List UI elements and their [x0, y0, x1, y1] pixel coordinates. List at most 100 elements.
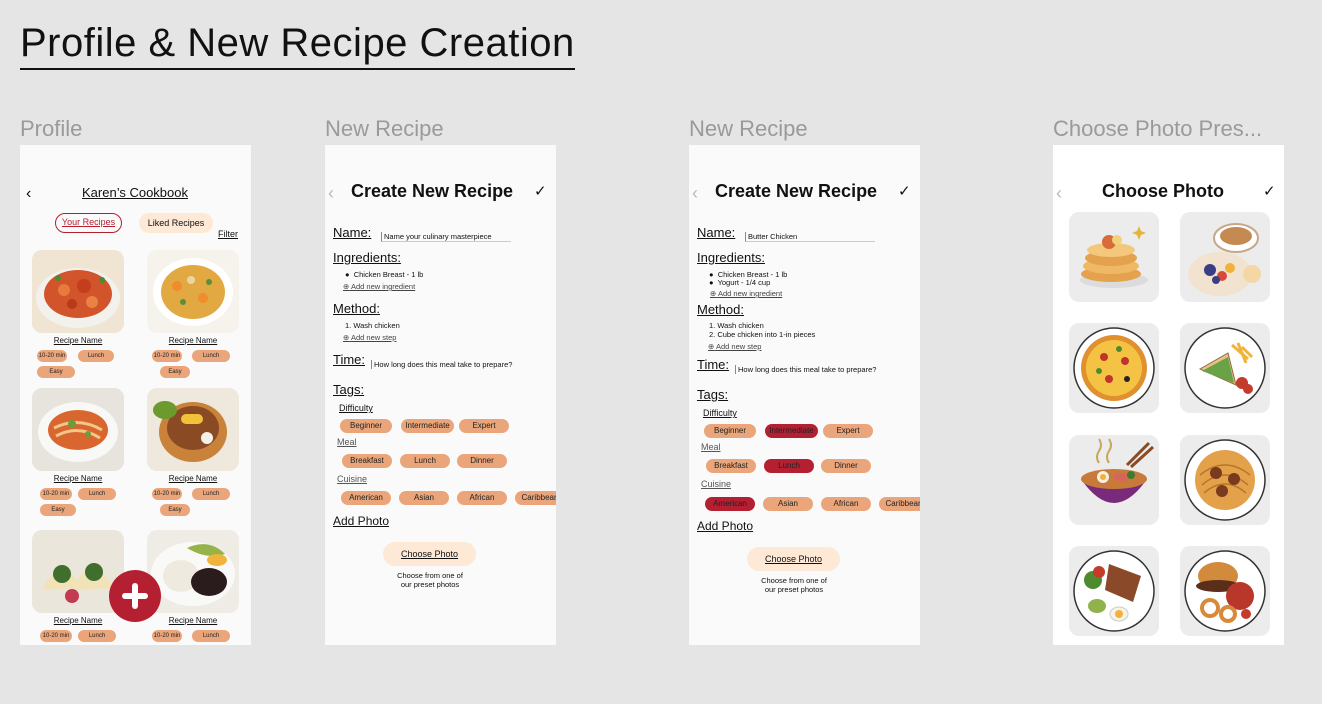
ingredients-label: Ingredients:: [333, 250, 401, 265]
plus-circle-icon: ⊕: [343, 333, 350, 342]
add-recipe-button[interactable]: [109, 570, 161, 622]
recipe-image[interactable]: [32, 388, 124, 471]
time-label: Time:: [333, 352, 366, 367]
recipe-image[interactable]: [147, 250, 239, 333]
frame-label-new-recipe: New Recipe: [325, 116, 444, 141]
preset-sandwich-and-fries[interactable]: [1180, 323, 1270, 413]
cuisine-label: Cuisine: [701, 479, 732, 489]
plus-circle-icon: ⊕: [343, 282, 350, 291]
screen-header: Create New Recipe: [715, 181, 878, 201]
tag-asian[interactable]: Asian: [763, 497, 813, 511]
profile-frame: ‹ Karen’s Cookbook Your Recipes Liked Re…: [20, 145, 251, 645]
tag-intermediate-selected[interactable]: Intermediate: [765, 424, 818, 438]
name-label: Name:: [697, 225, 736, 240]
preset-coffee-and-fruit[interactable]: [1180, 212, 1270, 302]
preset-spaghetti[interactable]: [1180, 435, 1270, 525]
tag-dinner[interactable]: Dinner: [821, 459, 871, 473]
method-step: 1. Wash chicken: [709, 321, 764, 330]
tags-label: Tags:: [697, 387, 729, 402]
tag-intermediate[interactable]: Intermediate: [401, 419, 454, 433]
tag-american-selected[interactable]: American: [705, 497, 755, 511]
tab-your-recipes[interactable]: Your Recipes: [55, 213, 122, 233]
screen-header: Choose Photo: [1102, 181, 1224, 201]
add-ingredient-link[interactable]: ⊕ Add new ingredient: [343, 282, 415, 291]
recipe-name[interactable]: Recipe Name: [32, 474, 124, 483]
tag-african[interactable]: African: [457, 491, 507, 505]
tag-caribbean[interactable]: Caribbean: [879, 497, 920, 511]
method-label: Method:: [697, 302, 744, 317]
back-chevron-icon[interactable]: ‹: [26, 185, 31, 203]
method-step: 1. Wash chicken: [345, 321, 400, 330]
name-input[interactable]: Butter Chicken: [745, 232, 875, 242]
tag-breakfast[interactable]: Breakfast: [706, 459, 756, 473]
recipe-name[interactable]: Recipe Name: [32, 336, 124, 345]
meal-label: Meal: [337, 437, 357, 447]
meal-label: Meal: [701, 442, 721, 452]
tag-dinner[interactable]: Dinner: [457, 454, 507, 468]
tab-liked-recipes[interactable]: Liked Recipes: [139, 213, 213, 233]
time-tag: 10-20 min: [152, 630, 182, 642]
recipe-name[interactable]: Recipe Name: [147, 474, 239, 483]
choose-hint-line-1: Choose from one of: [761, 576, 827, 585]
tag-lunch-selected[interactable]: Lunch: [764, 459, 814, 473]
tag-african[interactable]: African: [821, 497, 871, 511]
choose-hint-line-1: Choose from one of: [397, 571, 463, 580]
add-ingredient-link[interactable]: ⊕ Add new ingredient: [710, 289, 782, 298]
new-recipe-filled-frame: ‹ Create New Recipe ✓ Name: Butter Chick…: [689, 145, 920, 645]
time-input[interactable]: How long does this meal take to prepare?: [371, 360, 512, 369]
name-label: Name:: [333, 225, 372, 240]
time-input[interactable]: How long does this meal take to prepare?: [735, 365, 876, 374]
filter-link[interactable]: Filter: [218, 229, 238, 239]
preset-burger[interactable]: [1180, 546, 1270, 636]
preset-pizza[interactable]: [1069, 323, 1159, 413]
recipe-name[interactable]: Recipe Name: [147, 336, 239, 345]
name-input[interactable]: Name your culinary masterpiece: [381, 232, 511, 242]
check-icon[interactable]: ✓: [1263, 183, 1276, 201]
back-chevron-icon[interactable]: ‹: [328, 184, 334, 202]
screen-header: Create New Recipe: [351, 181, 514, 201]
tag-expert[interactable]: Expert: [823, 424, 873, 438]
time-tag: 10-20 min: [152, 350, 182, 362]
tag-lunch[interactable]: Lunch: [400, 454, 450, 468]
tag-expert[interactable]: Expert: [459, 419, 509, 433]
tag-caribbean[interactable]: Caribbean: [515, 491, 556, 505]
ingredient-item: ● Yogurt - 1/4 cup: [709, 278, 771, 287]
preset-ramen[interactable]: [1069, 435, 1159, 525]
check-icon[interactable]: ✓: [898, 183, 911, 201]
choose-photo-button[interactable]: Choose Photo: [383, 542, 476, 566]
ingredient-item: ● Chicken Breast - 1 lb: [345, 270, 424, 279]
choose-photo-frame: ‹ Choose Photo ✓: [1053, 145, 1284, 645]
level-tag: Easy: [40, 504, 76, 516]
choose-hint-line-2: our preset photos: [764, 585, 824, 594]
choose-photo-button[interactable]: Choose Photo: [747, 547, 840, 571]
time-label: Time:: [697, 357, 730, 372]
preset-steak-and-eggs[interactable]: [1069, 546, 1159, 636]
level-tag: Easy: [37, 366, 75, 378]
preset-pancakes[interactable]: [1069, 212, 1159, 302]
method-step: 2. Cube chicken into 1-in pieces: [709, 330, 816, 339]
tag-american[interactable]: American: [341, 491, 391, 505]
add-step-link[interactable]: ⊕ Add new step: [708, 342, 761, 351]
cuisine-label: Cuisine: [337, 474, 368, 484]
tag-beginner[interactable]: Beginner: [340, 419, 392, 433]
time-tag: 10-20 min: [37, 350, 67, 362]
level-tag: Easy: [160, 504, 190, 516]
back-chevron-icon[interactable]: ‹: [692, 184, 698, 202]
choose-hint-line-2: our preset photos: [400, 580, 460, 589]
recipe-image[interactable]: [32, 250, 124, 333]
tag-breakfast[interactable]: Breakfast: [342, 454, 392, 468]
time-tag: 10-20 min: [40, 488, 72, 500]
add-step-link[interactable]: ⊕ Add new step: [343, 333, 396, 342]
difficulty-label: Difficulty: [703, 408, 737, 418]
meal-tag: Lunch: [192, 488, 230, 500]
meal-tag: Lunch: [192, 630, 230, 642]
tag-asian[interactable]: Asian: [399, 491, 449, 505]
meal-tag: Lunch: [192, 350, 230, 362]
back-chevron-icon[interactable]: ‹: [1056, 184, 1062, 202]
level-tag: Easy: [160, 366, 190, 378]
check-icon[interactable]: ✓: [534, 183, 547, 201]
plus-icon: [122, 583, 148, 609]
tag-beginner[interactable]: Beginner: [704, 424, 756, 438]
time-tag: 10-20 min: [40, 630, 72, 642]
recipe-image[interactable]: [147, 388, 239, 471]
